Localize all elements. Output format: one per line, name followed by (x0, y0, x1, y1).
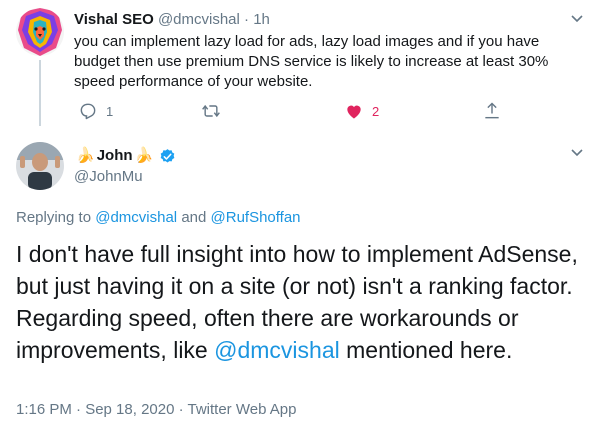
replying-to-line: Replying to @dmcvishal and @RufShoffan (16, 208, 301, 228)
chevron-down-icon[interactable] (570, 14, 584, 24)
verified-badge-icon (160, 148, 175, 163)
reply-tweet-text: you can implement lazy load for ads, laz… (74, 33, 549, 90)
chevron-down-icon[interactable] (570, 148, 584, 158)
retweet-button[interactable] (200, 98, 230, 124)
author-handle[interactable]: @JohnMu (74, 167, 143, 187)
like-count: 2 (372, 103, 380, 119)
share-icon (485, 102, 499, 119)
reply-button[interactable]: 1 (78, 98, 113, 124)
reply-icon (80, 103, 96, 120)
tweet-actions-bar: 1 2 (64, 98, 514, 124)
author-handle[interactable]: @dmcvishal (158, 11, 240, 28)
author-name: John (96, 147, 133, 164)
mention-link[interactable]: @dmcvishal (214, 337, 340, 363)
person-avatar-icon (16, 142, 64, 190)
reply-count: 1 (106, 103, 114, 119)
share-button[interactable] (482, 98, 510, 124)
replying-and: and (181, 209, 207, 226)
main-text-part-2: mentioned here. (339, 337, 513, 363)
reply-tweet-header: Vishal SEO @dmcvishal · 1h (74, 10, 270, 30)
replying-to-link-2[interactable]: @RufShoffan (211, 209, 301, 226)
avatar[interactable] (16, 142, 64, 190)
reply-tweet[interactable]: Vishal SEO @dmcvishal · 1h you can imple… (0, 0, 597, 130)
like-button[interactable]: 2 (344, 98, 379, 124)
author-name-row[interactable]: 🍌 John 🍌 (74, 146, 176, 166)
avatar[interactable] (16, 8, 64, 56)
retweet-icon (202, 104, 220, 118)
main-tweet: 🍌 John 🍌 @JohnMu Replying to @dmcvishal … (0, 130, 597, 427)
tweet-time[interactable]: 1h (253, 11, 270, 28)
thread-connector-line (39, 60, 41, 126)
lion-avatar-icon (16, 8, 64, 56)
heart-icon (347, 105, 361, 119)
banana-emoji-right: 🍌 (134, 147, 154, 164)
main-tweet-text: I don't have full insight into how to im… (16, 238, 586, 366)
author-name[interactable]: Vishal SEO (74, 11, 154, 28)
replying-prefix: Replying to (16, 209, 92, 226)
separator-dot: · (244, 11, 250, 28)
tweet-timestamp[interactable]: 1:16 PM · Sep 18, 2020 · Twitter Web App (16, 400, 296, 420)
banana-emoji-left: 🍌 (76, 147, 95, 164)
replying-to-link-1[interactable]: @dmcvishal (95, 209, 177, 226)
